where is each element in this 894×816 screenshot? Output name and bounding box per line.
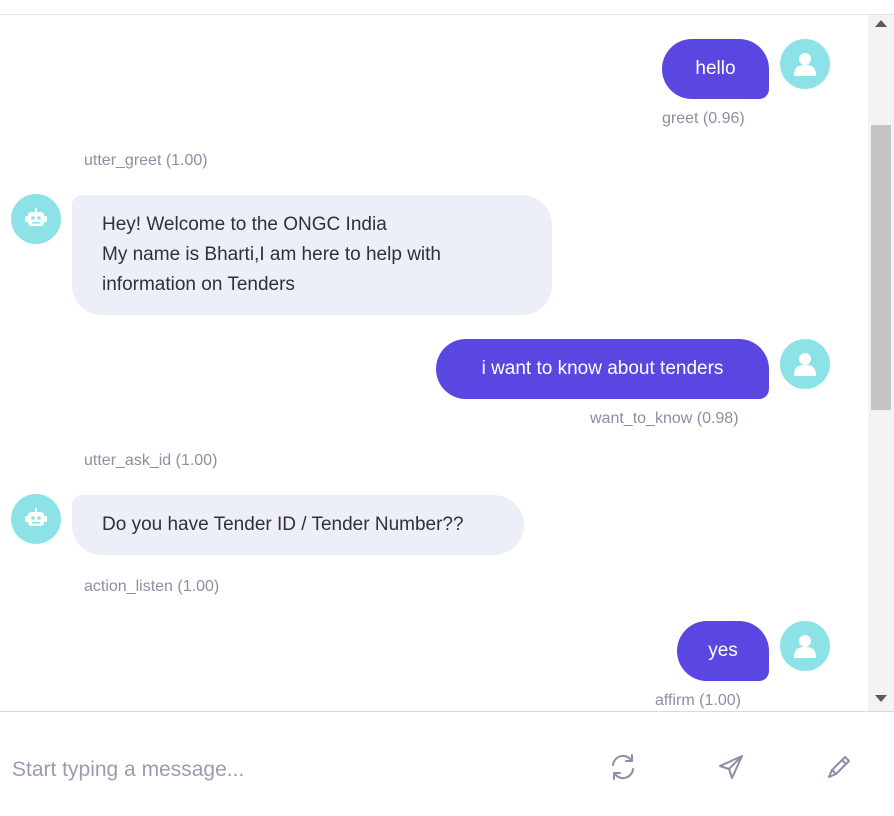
top-border: [0, 0, 894, 15]
user-message-bubble: yes: [677, 621, 769, 681]
message-input[interactable]: [10, 752, 574, 788]
pen-icon: [828, 756, 850, 778]
bot-avatar: [11, 494, 61, 544]
action-label: action_listen (1.00): [84, 578, 220, 595]
scroll-thumb[interactable]: [871, 125, 891, 410]
user-message-bubble: i want to know about tenders: [436, 339, 769, 399]
scroll-up-arrow-icon[interactable]: [875, 20, 887, 27]
bot-message-line: Hey! Welcome to the ONGC India: [102, 214, 387, 235]
robot-icon: [25, 208, 47, 226]
user-icon: [794, 353, 816, 376]
action-label: utter_ask_id (1.00): [84, 452, 218, 469]
intent-label: affirm (1.00): [655, 692, 741, 709]
refresh-button[interactable]: [603, 747, 643, 787]
user-avatar: [780, 39, 830, 89]
bot-message-bubble: Do you have Tender ID / Tender Number??: [72, 495, 524, 555]
user-avatar: [780, 621, 830, 671]
bot-message-bubble: Hey! Welcome to the ONGC India My name i…: [72, 195, 552, 315]
message-composer: [0, 711, 894, 816]
bot-avatar: [11, 194, 61, 244]
send-icon: [719, 755, 743, 779]
bot-message-line: information on Tenders: [102, 274, 295, 295]
send-button[interactable]: [711, 747, 751, 787]
intent-label: greet (0.96): [662, 110, 745, 127]
scroll-down-arrow-icon[interactable]: [875, 695, 887, 702]
bot-message-line: Do you have Tender ID / Tender Number??: [102, 514, 464, 535]
chat-area: hello greet (0.96) utter_greet (1.00) He…: [0, 15, 868, 711]
robot-icon: [25, 508, 47, 526]
pen-button[interactable]: [819, 747, 859, 787]
action-label: utter_greet (1.00): [84, 152, 208, 169]
user-avatar: [780, 339, 830, 389]
user-message-bubble: hello: [662, 39, 769, 99]
user-icon: [794, 53, 816, 76]
chat-scrollbar[interactable]: [868, 15, 894, 711]
intent-label: want_to_know (0.98): [590, 410, 739, 427]
refresh-icon: [612, 754, 634, 780]
bot-message-line: My name is Bharti,I am here to help with: [102, 244, 441, 265]
user-icon: [794, 635, 816, 658]
